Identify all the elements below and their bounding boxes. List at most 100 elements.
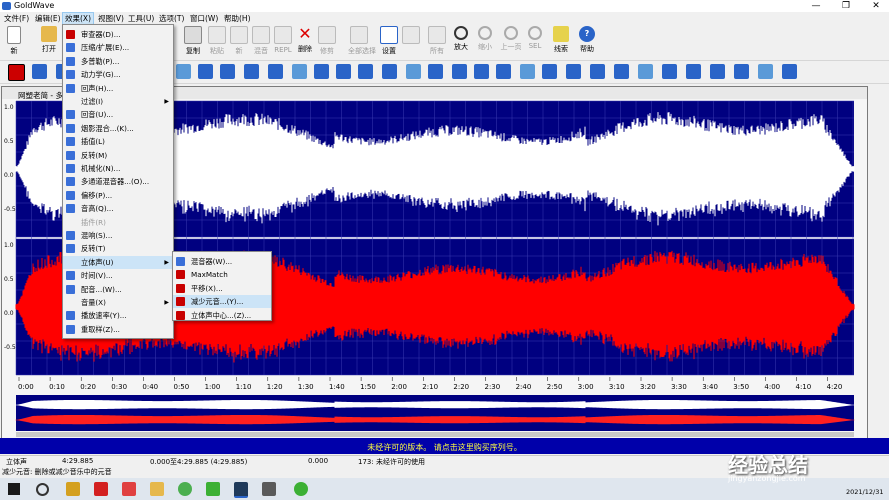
effects-menu-item[interactable]: 过滤(I) ▶ — [63, 95, 173, 108]
effects-menu-item[interactable]: 多普勒(P)... — [63, 55, 173, 68]
stereo-menu-item[interactable]: 混音器(W)... — [173, 255, 271, 268]
settings-123-icon — [380, 26, 398, 44]
new-button[interactable]: 新 — [3, 26, 25, 58]
menu-options[interactable]: 选项(T) — [157, 13, 186, 24]
effect-tool-icon-24[interactable] — [662, 64, 677, 79]
effect-tool-icon-17[interactable] — [496, 64, 511, 79]
settings-button[interactable]: 设置 — [378, 26, 400, 58]
effect-tool-icon-6[interactable] — [244, 64, 259, 79]
help-button[interactable]: ? 帮助 — [576, 26, 598, 58]
stereo-menu-item[interactable]: 平移(X)... — [173, 282, 271, 295]
file-explorer-icon[interactable] — [150, 482, 164, 496]
effect-tool-icon-29[interactable] — [782, 64, 797, 79]
effect-tool-icon-20[interactable] — [566, 64, 581, 79]
effect-tool-icon-0[interactable] — [8, 64, 25, 81]
effect-tool-icon-12[interactable] — [382, 64, 397, 79]
effects-menu-item[interactable]: 反转(T) — [63, 242, 173, 255]
sel-button[interactable]: SEL — [524, 26, 546, 58]
app-icon-1[interactable] — [66, 482, 80, 496]
effect-tool-icon-19[interactable] — [542, 64, 557, 79]
prev-page-button[interactable]: 上一页 — [500, 26, 522, 58]
replace-button[interactable]: REPL — [272, 26, 294, 58]
effect-tool-icon-4[interactable] — [198, 64, 213, 79]
app-icon-8[interactable] — [262, 482, 276, 496]
setmarker-button[interactable] — [400, 26, 422, 58]
stereo-menu-item[interactable]: 立体声中心...(Z)... — [173, 309, 271, 322]
effect-tool-icon-8[interactable] — [292, 64, 307, 79]
effects-menu-item[interactable]: 回声(H)... — [63, 82, 173, 95]
effects-menu-item[interactable]: 音高(Q)... — [63, 202, 173, 215]
effect-tool-icon-28[interactable] — [758, 64, 773, 79]
effects-menu-item[interactable]: 配音...(W)... — [63, 283, 173, 296]
trim-button[interactable]: 修剪 — [316, 26, 338, 58]
mix-button[interactable]: 混音 — [250, 26, 272, 58]
app-icon-9[interactable] — [294, 482, 308, 496]
effects-menu-item[interactable]: 烟影混合...(K)... — [63, 122, 173, 135]
effects-menu-item[interactable]: 插值(L) — [63, 135, 173, 148]
effects-menu-item[interactable]: 重取样(Z)... — [63, 323, 173, 336]
effect-tool-icon-18[interactable] — [520, 64, 535, 79]
menu-help[interactable]: 帮助(H) — [222, 13, 253, 24]
effect-tool-icon-27[interactable] — [734, 64, 749, 79]
open-button[interactable]: 打开 — [38, 26, 60, 58]
effects-menu-item[interactable]: 插件(R) — [63, 216, 173, 229]
effect-tool-icon-16[interactable] — [474, 64, 489, 79]
maximize-button[interactable]: ❐ — [836, 0, 856, 12]
chrome-icon[interactable] — [178, 482, 192, 496]
effects-menu-item[interactable]: 反转(M) — [63, 149, 173, 162]
effects-menu-item-icon — [66, 231, 75, 240]
effects-menu-item[interactable]: 压缩/扩展(E)... — [63, 41, 173, 54]
effects-menu-item[interactable]: 音量(X) ▶ — [63, 296, 173, 309]
effects-menu-item[interactable]: 审查器(D)... — [63, 28, 173, 41]
copy-button[interactable]: 复制 — [182, 26, 204, 58]
effect-tool-icon-21[interactable] — [590, 64, 605, 79]
zoom-in-button[interactable]: 放大 — [450, 26, 472, 58]
effects-menu-item[interactable]: 机械化(N)... — [63, 162, 173, 175]
menu-tools[interactable]: 工具(U) — [126, 13, 156, 24]
effects-menu-item[interactable]: 动力学(G)... — [63, 68, 173, 81]
effect-tool-icon-23[interactable] — [638, 64, 653, 79]
effect-tool-icon-10[interactable] — [336, 64, 351, 79]
effects-menu-item[interactable]: 多通道混音器...(O)... — [63, 175, 173, 188]
goldwave-taskbar-icon[interactable] — [234, 482, 248, 498]
effect-tool-icon-22[interactable] — [614, 64, 629, 79]
menu-edit[interactable]: 编辑(E) — [33, 13, 63, 24]
effect-tool-icon-9[interactable] — [314, 64, 329, 79]
menu-view[interactable]: 视图(V) — [96, 13, 126, 24]
windows-start-icon[interactable] — [8, 483, 20, 495]
effects-menu-item[interactable]: 回音(U)... — [63, 108, 173, 121]
menu-window[interactable]: 窗口(W) — [188, 13, 220, 24]
stereo-menu-item[interactable]: 减少元音...(Y)... — [173, 295, 271, 309]
effects-menu-item[interactable]: 时间(V)... — [63, 269, 173, 282]
zoom-out-button[interactable]: 缩小 — [474, 26, 496, 58]
wechat-icon[interactable] — [206, 482, 220, 496]
effect-tool-icon-11[interactable] — [358, 64, 373, 79]
select-all-button[interactable]: 全部选择 — [348, 26, 376, 58]
effects-menu-item[interactable]: 立体声(U) ▶ — [63, 255, 173, 269]
paste-button[interactable]: 粘贴 — [206, 26, 228, 58]
stereo-menu-item[interactable]: MaxMatch — [173, 268, 271, 281]
minimize-button[interactable]: — — [806, 0, 826, 12]
effect-tool-icon-7[interactable] — [268, 64, 283, 79]
effects-menu-item[interactable]: 偏移(P)... — [63, 189, 173, 202]
menu-file[interactable]: 文件(F) — [2, 13, 31, 24]
effect-tool-icon-15[interactable] — [452, 64, 467, 79]
effect-tool-icon-3[interactable] — [176, 64, 191, 79]
all-button[interactable]: 所有 — [426, 26, 448, 58]
time-label: 1:20 — [267, 383, 283, 391]
effect-tool-icon-13[interactable] — [406, 64, 421, 79]
effect-tool-icon-5[interactable] — [220, 64, 235, 79]
effect-tool-icon-26[interactable] — [710, 64, 725, 79]
search-icon[interactable] — [36, 483, 49, 496]
effect-tool-icon-14[interactable] — [428, 64, 443, 79]
effect-tool-icon-1[interactable] — [32, 64, 47, 79]
app-icon-3[interactable] — [122, 482, 136, 496]
wps-icon[interactable] — [94, 482, 108, 496]
cue-button[interactable]: 线索 — [550, 26, 572, 58]
close-button[interactable]: ✕ — [866, 0, 886, 12]
effects-menu-item[interactable]: 播放速率(Y)... — [63, 309, 173, 322]
paste-new-button[interactable]: 新 — [228, 26, 250, 58]
effects-menu-item[interactable]: 混响(S)... — [63, 229, 173, 242]
delete-button[interactable]: ✕ 删除 — [294, 26, 316, 58]
effect-tool-icon-25[interactable] — [686, 64, 701, 79]
